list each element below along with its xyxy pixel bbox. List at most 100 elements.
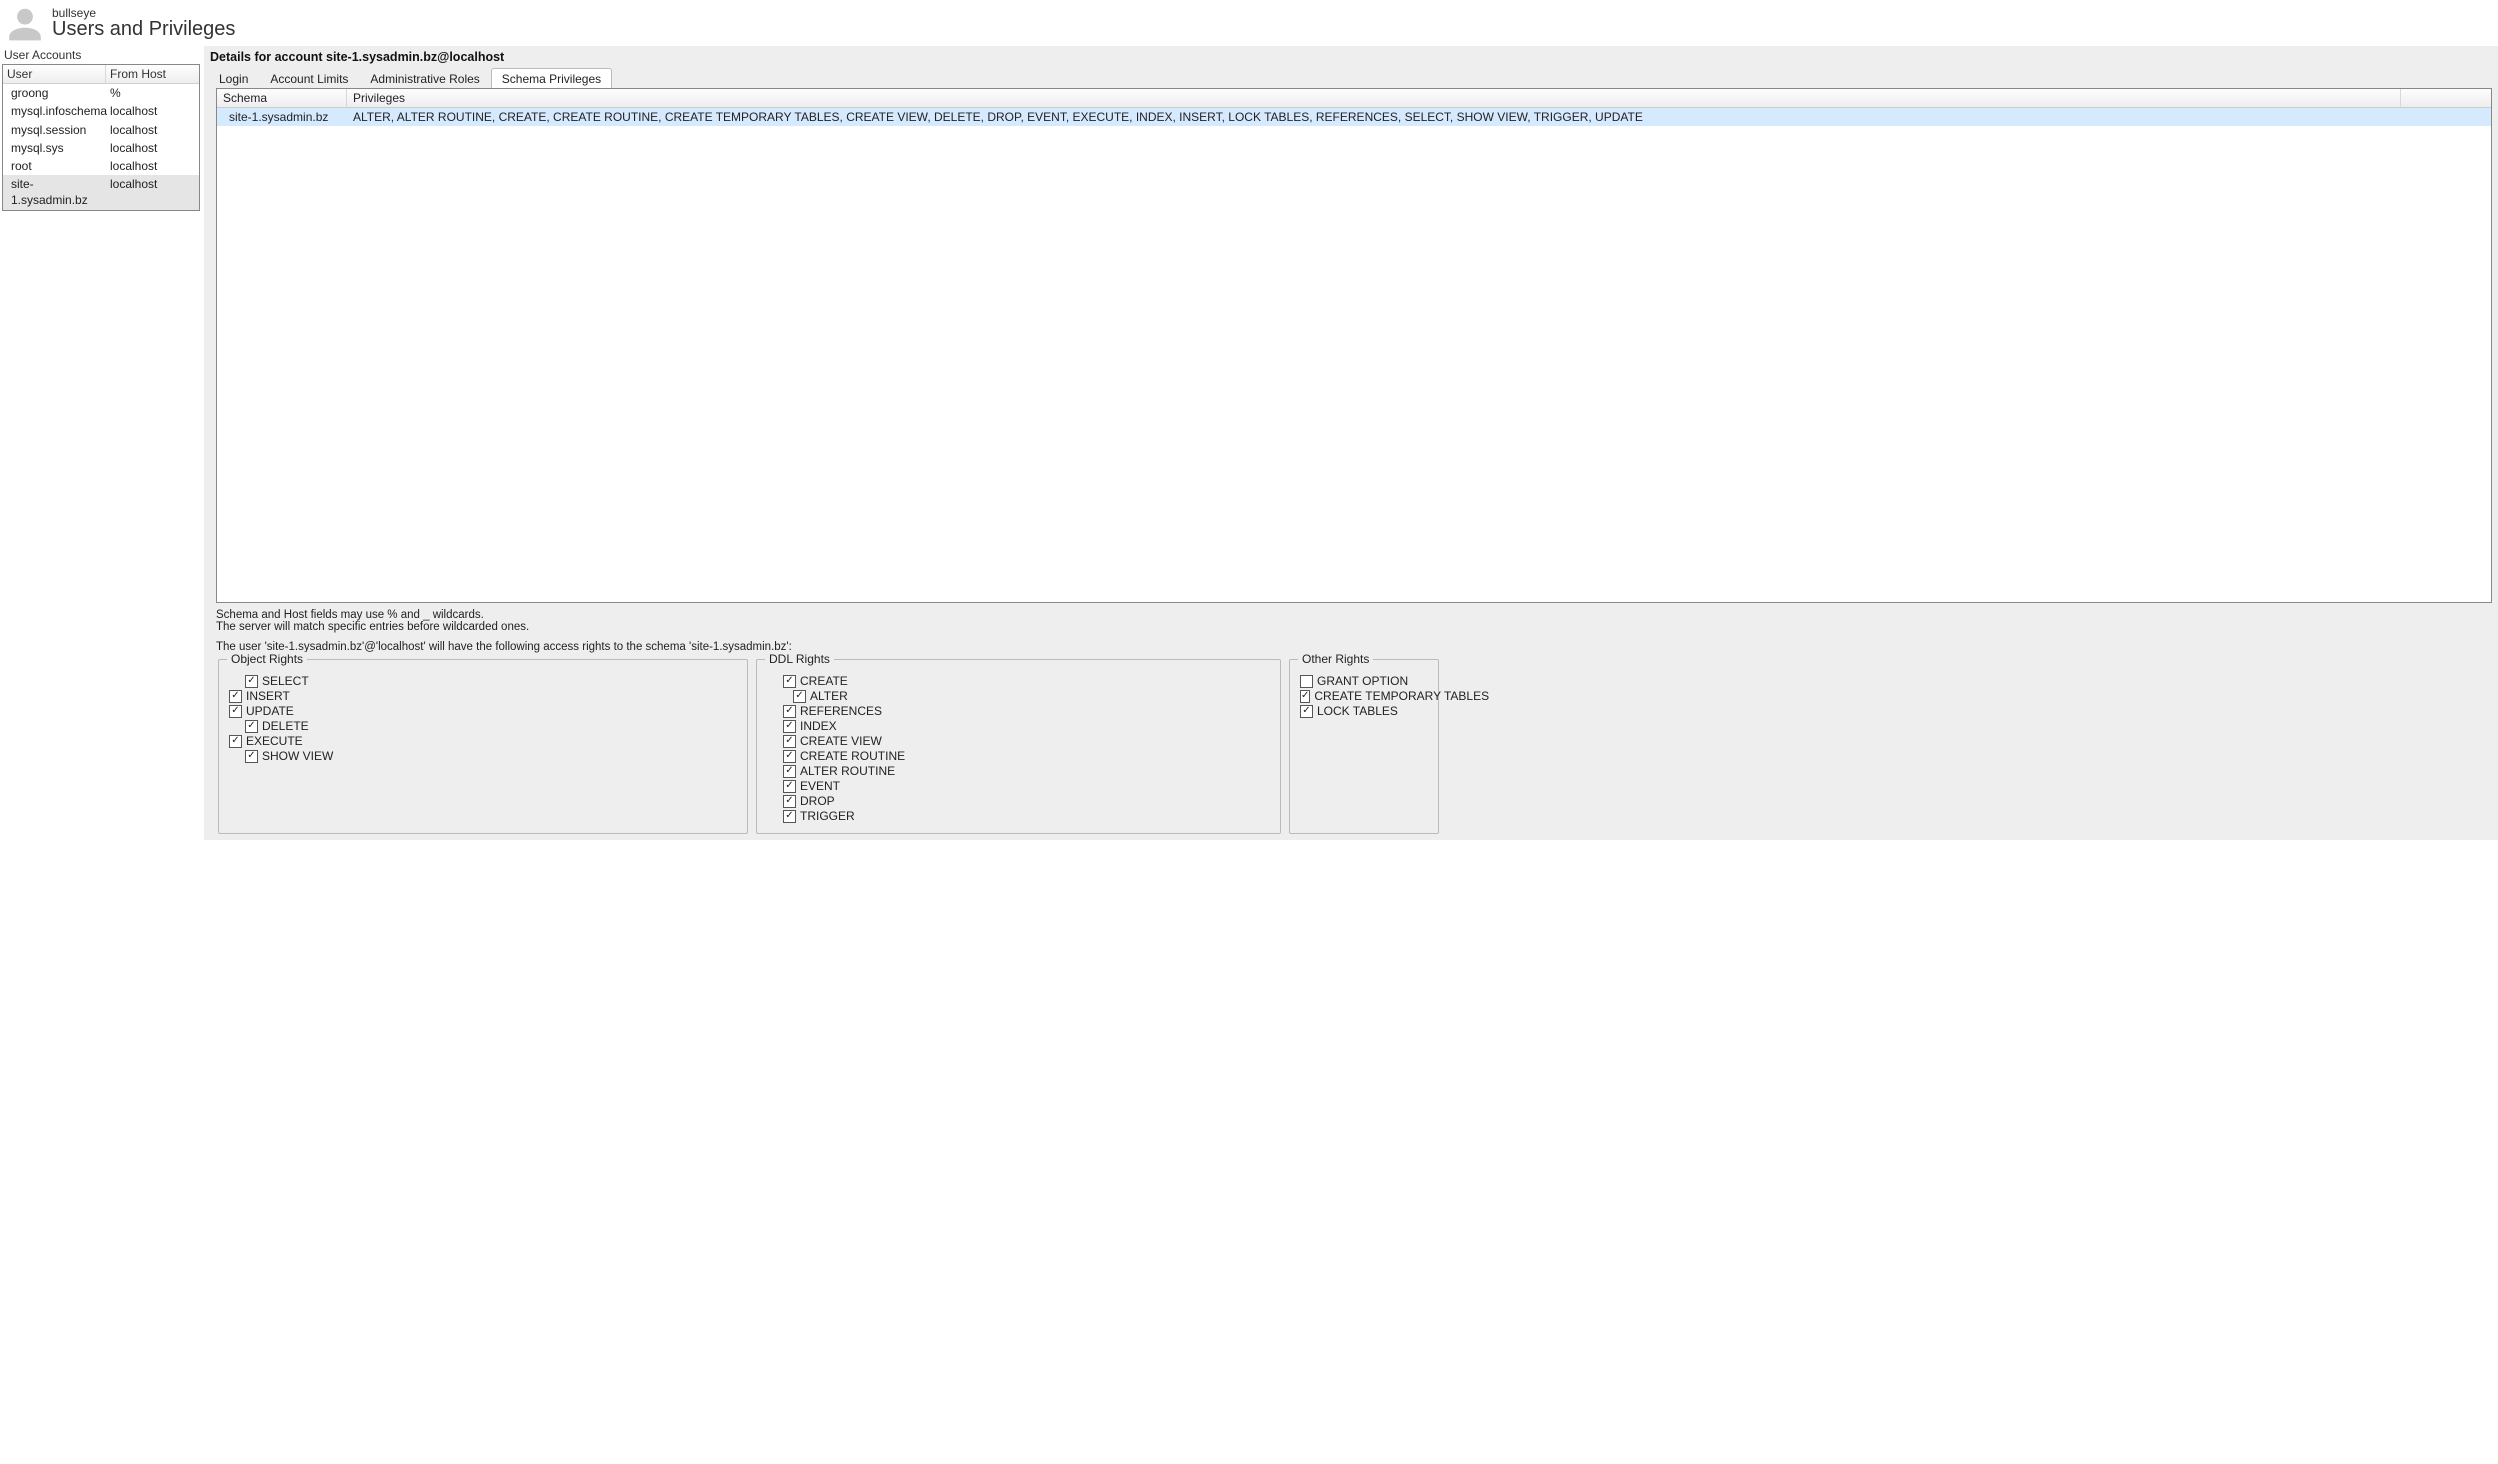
user-row[interactable]: rootlocalhost [3,157,199,175]
checkbox-references[interactable] [783,705,796,718]
user-accounts-pane: User Accounts User From Host groong%mysq… [0,46,204,840]
ddl-right-item: CREATE VIEW [783,734,1270,748]
details-pane: Details for account site-1.sysadmin.bz@l… [204,46,2498,840]
checkbox-show-view[interactable] [245,750,258,763]
ddl-right-item: CREATE ROUTINE [783,749,1270,763]
user-row[interactable]: mysql.infoschemalocalhost [3,102,199,120]
checkbox-lock-tables[interactable] [1300,705,1313,718]
checkbox-label: ALTER ROUTINE [800,764,895,778]
checkbox-label: EVENT [800,779,840,793]
checkbox-delete[interactable] [245,720,258,733]
schema-row[interactable]: site-1.sysadmin.bzALTER, ALTER ROUTINE, … [217,108,2491,126]
col-header-user[interactable]: User [3,65,106,83]
host-cell: localhost [106,157,199,175]
checkbox-label: CREATE TEMPORARY TABLES [1314,689,1489,703]
checkbox-create-routine[interactable] [783,750,796,763]
object-rights-group: Object Rights SELECTINSERTUPDATEDELETEEX… [218,659,748,834]
object-right-item: SHOW VIEW [245,749,737,763]
checkbox-label: DROP [800,794,835,808]
host-cell: localhost [106,102,199,120]
object-right-item: DELETE [245,719,737,733]
object-right-item: UPDATE [229,704,737,718]
ddl-right-item: DROP [783,794,1270,808]
tab-limits[interactable]: Account Limits [259,68,359,89]
checkbox-label: INSERT [246,689,290,703]
checkbox-grant-option[interactable] [1300,675,1313,688]
col-header-schema[interactable]: Schema [217,89,347,107]
checkbox-select[interactable] [245,675,258,688]
object-right-item: EXECUTE [229,734,737,748]
hint-line: Schema and Host fields may use % and _ w… [216,609,2492,621]
ddl-right-item: CREATE [783,674,1270,688]
checkbox-label: CREATE [800,674,848,688]
col-header-spacer [2401,89,2491,107]
checkbox-label: SHOW VIEW [262,749,333,763]
checkbox-label: INDEX [800,719,837,733]
checkbox-label: CREATE ROUTINE [800,749,905,763]
checkbox-alter[interactable] [793,690,806,703]
checkbox-create[interactable] [783,675,796,688]
tab-schema[interactable]: Schema Privileges [491,68,612,89]
ddl-rights-group: DDL Rights CREATEALTERREFERENCESINDEXCRE… [756,659,1281,834]
hint-line: The server will match specific entries b… [216,621,2492,633]
user-row[interactable]: site-1.sysadmin.bzlocalhost [3,175,199,209]
checkbox-drop[interactable] [783,795,796,808]
host-cell: % [106,84,199,102]
checkbox-create-view[interactable] [783,735,796,748]
ddl-right-item: ALTER ROUTINE [783,764,1270,778]
checkbox-index[interactable] [783,720,796,733]
schema-cell: site-1.sysadmin.bz [217,108,347,126]
details-tabs: LoginAccount LimitsAdministrative RolesS… [204,68,2498,88]
user-accounts-list[interactable]: User From Host groong%mysql.infoschemalo… [2,64,200,211]
checkbox-update[interactable] [229,705,242,718]
checkbox-label: TRIGGER [800,809,855,823]
checkbox-label: EXECUTE [246,734,303,748]
checkbox-label: SELECT [262,674,309,688]
checkbox-label: GRANT OPTION [1317,674,1408,688]
checkbox-trigger[interactable] [783,810,796,823]
header: bullseye Users and Privileges [0,0,2498,46]
other-rights-group: Other Rights GRANT OPTIONCREATE TEMPORAR… [1289,659,1439,834]
details-title: Details for account site-1.sysadmin.bz@l… [204,46,2498,68]
host-cell: localhost [106,139,199,157]
tab-login[interactable]: Login [208,68,259,89]
col-header-host[interactable]: From Host [106,65,199,83]
other-right-item: GRANT OPTION [1300,674,1428,688]
object-right-item: INSERT [229,689,737,703]
user-cell: mysql.session [3,121,106,139]
col-header-privileges[interactable]: Privileges [347,89,2401,107]
user-cell: site-1.sysadmin.bz [3,175,106,209]
other-right-item: CREATE TEMPORARY TABLES [1300,689,1428,703]
checkbox-label: REFERENCES [800,704,882,718]
checkbox-label: DELETE [262,719,309,733]
host-cell: localhost [106,121,199,139]
avatar-icon [6,4,44,42]
ddl-rights-legend: DDL Rights [765,652,834,666]
user-cell: mysql.sys [3,139,106,157]
ddl-right-item: INDEX [783,719,1270,733]
user-row[interactable]: mysql.syslocalhost [3,139,199,157]
user-accounts-label: User Accounts [0,46,204,64]
schema-privileges-table[interactable]: Schema Privileges site-1.sysadmin.bzALTE… [216,88,2492,603]
ddl-right-item: REFERENCES [783,704,1270,718]
object-rights-legend: Object Rights [227,652,307,666]
checkbox-event[interactable] [783,780,796,793]
ddl-right-item: TRIGGER [783,809,1270,823]
user-cell: root [3,157,106,175]
checkbox-label: UPDATE [246,704,294,718]
privileges-cell: ALTER, ALTER ROUTINE, CREATE, CREATE ROU… [347,108,2491,126]
user-cell: groong [3,84,106,102]
checkbox-label: CREATE VIEW [800,734,882,748]
user-row[interactable]: groong% [3,84,199,102]
wildcard-hint: Schema and Host fields may use % and _ w… [204,603,2498,635]
checkbox-label: ALTER [810,689,848,703]
tab-roles[interactable]: Administrative Roles [359,68,490,89]
checkbox-label: LOCK TABLES [1317,704,1398,718]
object-right-item: SELECT [245,674,737,688]
checkbox-alter-routine[interactable] [783,765,796,778]
checkbox-create-temporary-tables[interactable] [1300,690,1310,703]
checkbox-insert[interactable] [229,690,242,703]
checkbox-execute[interactable] [229,735,242,748]
user-row[interactable]: mysql.sessionlocalhost [3,121,199,139]
other-right-item: LOCK TABLES [1300,704,1428,718]
